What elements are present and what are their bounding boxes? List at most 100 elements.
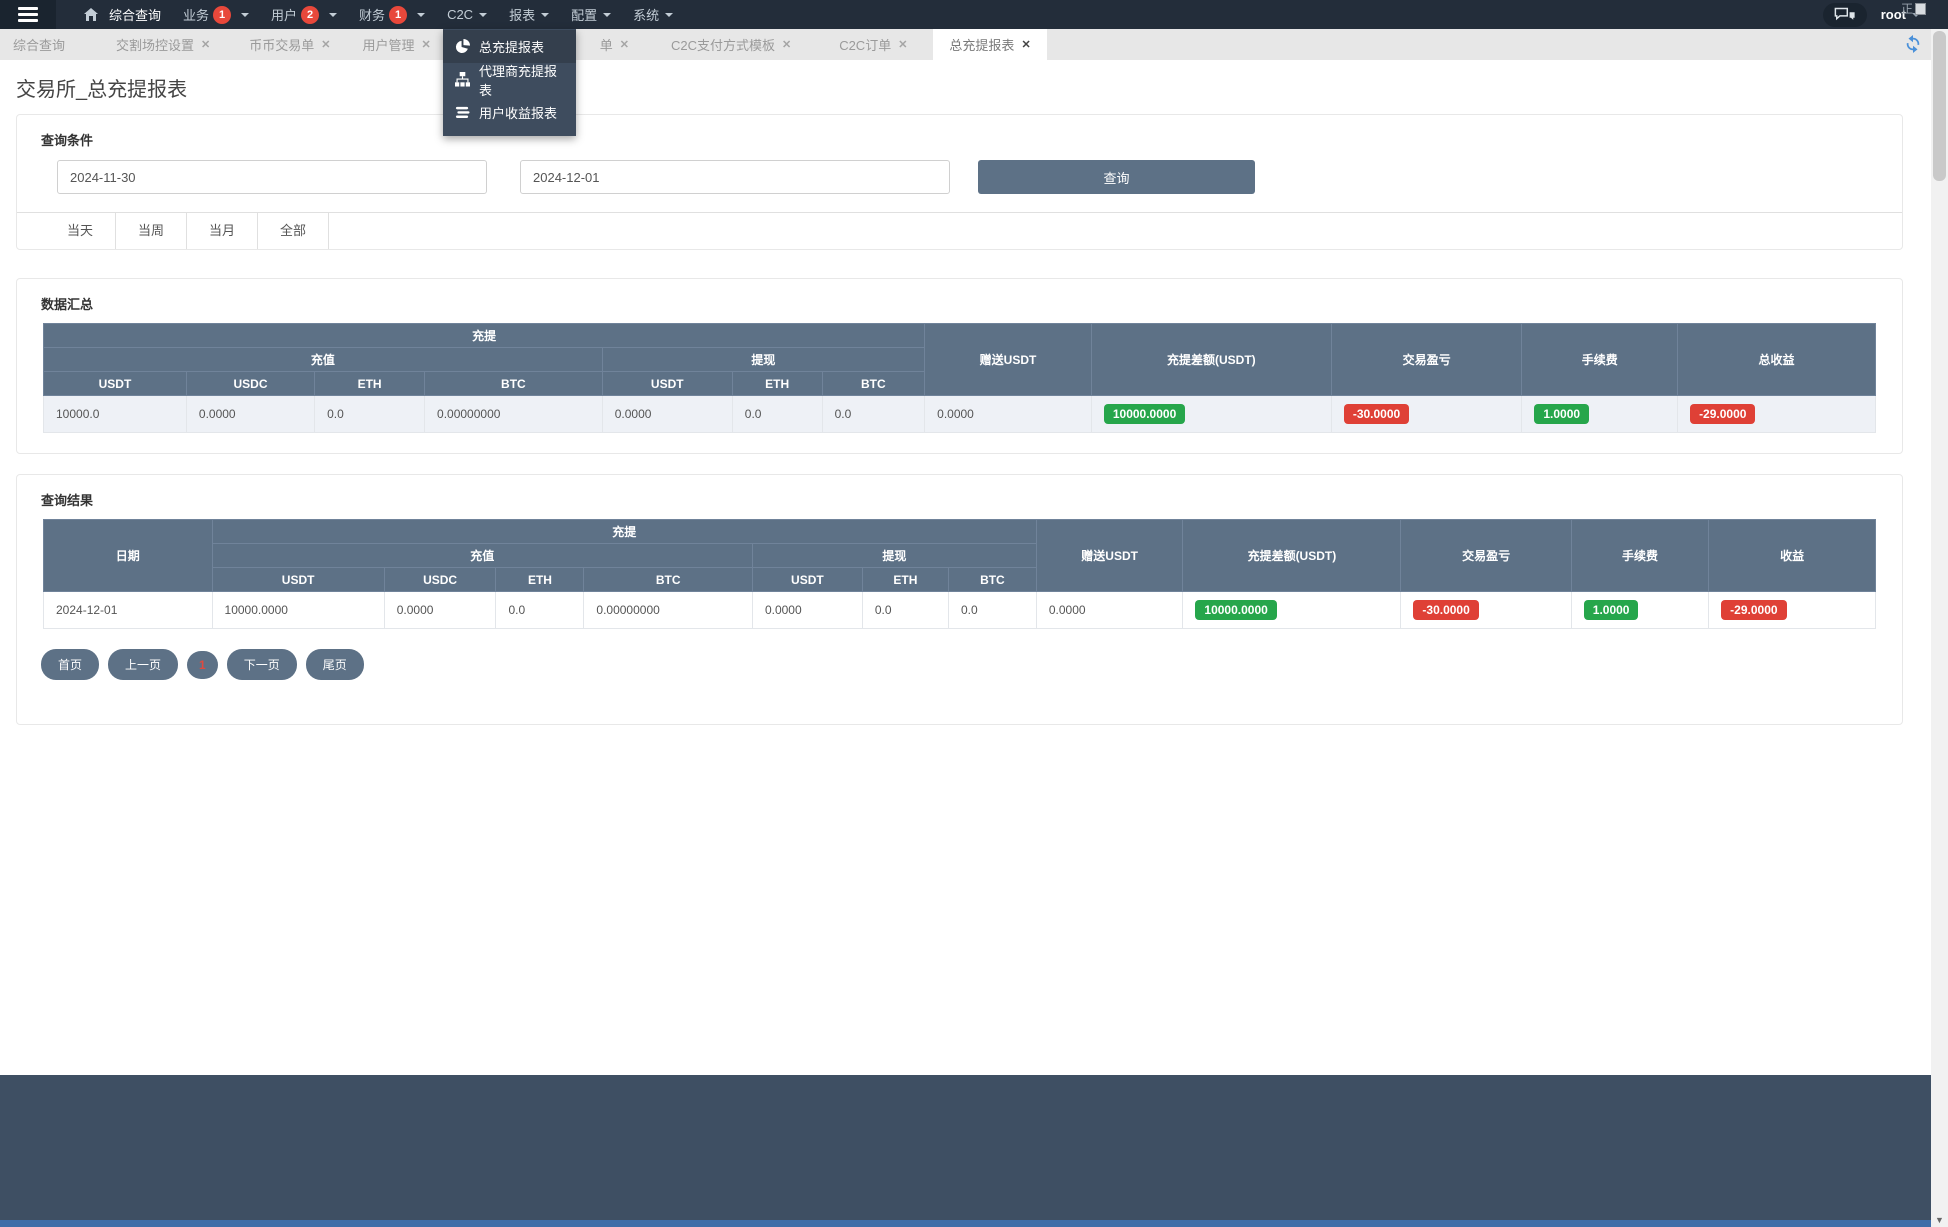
trade-pnl-badge: -30.0000 — [1344, 404, 1409, 424]
header-deposit-usdt: USDT — [212, 568, 384, 592]
current-page-button[interactable]: 1 — [187, 651, 218, 679]
footer-accent-bar — [0, 1220, 1948, 1227]
nav-item-query[interactable]: 综合查询 — [98, 0, 172, 29]
cell-fee: 1.0000 — [1522, 396, 1678, 433]
header-deposit-withdraw-group: 充提 — [212, 520, 1036, 544]
home-icon — [84, 8, 98, 21]
header-withdraw-eth: ETH — [732, 372, 822, 396]
quick-filter-bar: 当天 当周 当月 全部 — [17, 212, 1902, 249]
nav-item-reports[interactable]: 报表 — [498, 0, 560, 29]
profit-badge: -29.0000 — [1721, 600, 1786, 620]
filter-this-month[interactable]: 当月 — [187, 213, 258, 249]
header-gift-usdt: 赠送USDT — [1036, 520, 1183, 592]
last-page-button[interactable]: 尾页 — [306, 649, 364, 680]
tab-spot-trade-orders[interactable]: 币币交易单 ✕ — [249, 29, 330, 60]
close-icon[interactable]: ✕ — [898, 38, 907, 51]
cell-deposit-btc: 0.00000000 — [584, 592, 753, 629]
chevron-down-icon — [329, 13, 337, 17]
close-icon[interactable]: ✕ — [321, 38, 330, 51]
main-menu: 综合查询 业务 1 用户 2 财务 1 C2C 报表 配置 — [98, 0, 684, 29]
fee-badge: 1.0000 — [1584, 600, 1639, 620]
header-deposit-btc: BTC — [584, 568, 753, 592]
scrollbar-thumb[interactable] — [1933, 31, 1946, 181]
cell-withdraw-eth: 0.0 — [862, 592, 948, 629]
next-page-button[interactable]: 下一页 — [227, 649, 297, 680]
cell-date: 2024-12-01 — [44, 592, 213, 629]
tab-c2c-orders[interactable]: C2C订单 ✕ — [839, 29, 907, 60]
cell-deposit-eth: 0.0 — [315, 396, 425, 433]
net-badge: 10000.0000 — [1104, 404, 1185, 424]
header-deposit-btc: BTC — [425, 372, 603, 396]
close-icon[interactable]: ✕ — [1021, 38, 1030, 51]
prev-page-button[interactable]: 上一页 — [108, 649, 178, 680]
header-deposit-eth: ETH — [315, 372, 425, 396]
menu-toggle-button[interactable] — [0, 0, 56, 29]
close-icon[interactable]: ✕ — [620, 38, 629, 51]
page-footer — [0, 1075, 1948, 1227]
close-icon[interactable]: ✕ — [782, 38, 791, 51]
header-deposit-group: 充值 — [44, 348, 603, 372]
cell-net: 10000.0000 — [1183, 592, 1401, 629]
close-icon[interactable]: ✕ — [201, 38, 210, 51]
date-from-input[interactable] — [57, 160, 487, 194]
close-icon[interactable]: ✕ — [422, 38, 431, 51]
nav-item-c2c[interactable]: C2C — [436, 0, 498, 29]
page-title: 交易所_总充提报表 — [16, 73, 1903, 102]
scroll-down-arrow-icon[interactable]: ▼ — [1931, 1215, 1948, 1225]
tab-delivery-risk-settings[interactable]: 交割场控设置 ✕ — [116, 29, 210, 60]
header-gift-usdt: 赠送USDT — [925, 324, 1092, 396]
chevron-down-icon — [479, 13, 487, 17]
results-table: 日期 充提 赠送USDT 充提差额(USDT) 交易盈亏 手续费 收益 充值 提… — [43, 519, 1876, 629]
menu-item-total-deposit-withdraw-report[interactable]: 总充提报表 — [443, 30, 576, 63]
refresh-tab-button[interactable] — [1904, 35, 1922, 58]
cell-profit: -29.0000 — [1709, 592, 1876, 629]
cell-deposit-usdt: 10000.0000 — [212, 592, 384, 629]
header-deposit-usdt: USDT — [44, 372, 187, 396]
chevron-down-icon — [417, 13, 425, 17]
pagination: 首页 上一页 1 下一页 尾页 — [41, 649, 1902, 724]
cell-deposit-usdt: 10000.0 — [44, 396, 187, 433]
net-badge: 10000.0000 — [1195, 600, 1276, 620]
sitemap-icon — [455, 72, 470, 87]
home-button[interactable] — [84, 8, 98, 21]
date-to-input[interactable] — [520, 160, 950, 194]
tab-bar: 综合查询 交割场控设置 ✕ 币币交易单 ✕ 用户管理 ✕ 单 ✕ C2C支付方式… — [0, 29, 1948, 60]
header-withdraw-btc: BTC — [822, 372, 925, 396]
header-deposit-eth: ETH — [496, 568, 584, 592]
cell-withdraw-usdt: 0.0000 — [602, 396, 732, 433]
messages-button[interactable] — [1823, 3, 1867, 27]
vertical-scrollbar[interactable]: ▼ — [1931, 29, 1948, 1227]
list-icon — [455, 105, 470, 120]
filter-today[interactable]: 当天 — [45, 213, 116, 249]
cell-net: 10000.0000 — [1091, 396, 1331, 433]
nav-item-system[interactable]: 系统 — [622, 0, 684, 29]
cell-withdraw-btc: 0.0 — [822, 396, 925, 433]
chevron-down-icon — [541, 13, 549, 17]
search-button[interactable]: 查询 — [978, 160, 1255, 194]
nav-item-config[interactable]: 配置 — [560, 0, 622, 29]
business-badge: 1 — [213, 6, 231, 24]
tab-hidden-order[interactable]: 单 ✕ — [600, 29, 629, 60]
cell-deposit-usdc: 0.0000 — [384, 592, 496, 629]
tab-user-management[interactable]: 用户管理 ✕ — [362, 29, 430, 60]
header-withdraw-eth: ETH — [862, 568, 948, 592]
filter-this-week[interactable]: 当周 — [116, 213, 187, 249]
summary-row: 10000.0 0.0000 0.0 0.00000000 0.0000 0.0… — [44, 396, 1876, 433]
header-fee: 手续费 — [1571, 520, 1708, 592]
tab-overview[interactable]: 综合查询 — [13, 29, 65, 60]
header-deposit-withdraw-group: 充提 — [44, 324, 925, 348]
tab-c2c-payment-template[interactable]: C2C支付方式模板 ✕ — [671, 29, 791, 60]
filter-all[interactable]: 全部 — [258, 213, 329, 249]
nav-item-business[interactable]: 业务 1 — [172, 0, 260, 29]
first-page-button[interactable]: 首页 — [41, 649, 99, 680]
cell-withdraw-usdt: 0.0000 — [752, 592, 862, 629]
nav-item-users[interactable]: 用户 2 — [260, 0, 348, 29]
menu-item-agent-deposit-withdraw-report[interactable]: 代理商充提报表 — [443, 63, 576, 96]
chevron-down-icon — [241, 13, 249, 17]
tab-total-deposit-withdraw-report[interactable]: 总充提报表 ✕ — [933, 29, 1046, 60]
menu-item-user-profit-report[interactable]: 用户收益报表 — [443, 96, 576, 129]
summary-table: 充提 赠送USDT 充提差额(USDT) 交易盈亏 手续费 总收益 充值 提现 … — [43, 323, 1876, 433]
date-range-row: 查询 — [57, 160, 1902, 194]
nav-item-finance[interactable]: 财务 1 — [348, 0, 436, 29]
main-content: 交易所_总充提报表 查询条件 查询 当天 当周 当月 全部 数据汇总 — [0, 60, 1948, 725]
